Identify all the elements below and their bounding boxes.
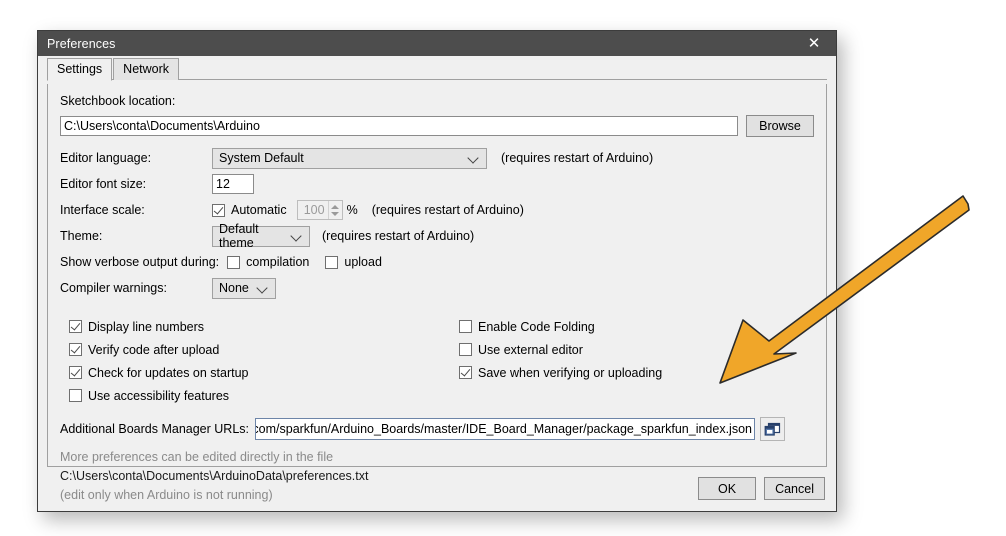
compiler-warnings-label: Compiler warnings: [60,281,167,295]
boards-manager-urls-input[interactable]: usercontent.com/sparkfun/Arduino_Boards/… [255,418,755,440]
editor-language-value: System Default [219,151,304,165]
chevron-down-icon [257,282,269,294]
boards-manager-urls-value: usercontent.com/sparkfun/Arduino_Boards/… [255,422,752,436]
verbose-compilation-label: compilation [246,255,310,269]
tab-settings[interactable]: Settings [47,58,113,81]
close-icon[interactable]: ✕ [792,31,836,56]
tab-network[interactable]: Network [113,58,180,80]
boards-manager-urls-label: Additional Boards Manager URLs: [60,422,249,436]
dialog-button-bar: OK Cancel [698,477,825,500]
open-window-icon[interactable] [760,417,785,441]
options-checkbox-grid: Display line numbers Verify code after u… [60,315,814,411]
checkbox-box [69,366,82,379]
theme-note: (requires restart of Arduino) [322,229,475,243]
open-window-glyph [764,422,781,436]
editor-language-select[interactable]: System Default [212,147,487,169]
checkbox-box [69,320,82,333]
interface-scale-automatic-checkbox[interactable]: Automatic [212,203,287,217]
sketchbook-location-input[interactable]: C:\Users\conta\Documents\Arduino [60,116,738,136]
chevron-down-icon [291,230,303,242]
compiler-warnings-value: None [219,281,249,295]
interface-scale-stepper[interactable]: 100 [296,200,343,220]
settings-panel: Sketchbook location: C:\Users\conta\Docu… [47,84,827,502]
editor-font-size-label: Editor font size: [60,177,147,191]
checkbox-use-external-editor[interactable]: Use external editor [459,338,662,361]
checkbox-box [212,203,225,217]
verbose-compilation-checkbox[interactable]: compilation [227,255,309,269]
footer-line-1: More preferences can be edited directly … [60,450,334,464]
interface-scale-row: Interface scale: Automatic 100 % (requir… [60,197,814,223]
ok-button[interactable]: OK [698,477,757,500]
interface-scale-note: (requires restart of Arduino) [371,203,524,217]
theme-select[interactable]: Default theme [212,222,310,250]
verbose-upload-checkbox[interactable]: upload [325,255,382,269]
editor-language-label: Editor language: [60,151,152,165]
checkbox-label: Use accessibility features [88,388,230,403]
tab-strip: Settings Network [38,56,836,81]
theme-row: Theme: Default theme (requires restart o… [60,222,814,250]
theme-label: Theme: [60,229,103,243]
checkbox-use-accessibility-features[interactable]: Use accessibility features [69,384,249,407]
checkbox-label: Verify code after upload [88,342,220,357]
interface-scale-automatic-label: Automatic [231,203,287,217]
window-title: Preferences [47,36,116,51]
checkbox-enable-code-folding[interactable]: Enable Code Folding [459,315,662,338]
theme-value: Default theme [219,222,259,250]
chevron-down-icon [468,152,480,164]
stepper-arrows-icon[interactable] [327,201,342,219]
checkbox-box [325,255,339,269]
checkbox-label: Display line numbers [88,319,205,334]
checkbox-label: Use external editor [478,342,583,357]
checkbox-box [459,366,472,379]
checkbox-label: Save when verifying or uploading [478,365,663,380]
checkbox-label: Check for updates on startup [88,365,249,380]
editor-font-size-input[interactable]: 12 [212,174,254,194]
checkbox-box [459,320,472,333]
verbose-output-row: Show verbose output during: compilation … [60,249,814,275]
checkbox-box [69,389,82,402]
editor-font-size-row: Editor font size: 12 [60,171,814,197]
sketchbook-location-label: Sketchbook location: [60,94,176,108]
interface-scale-label: Interface scale: [60,203,145,217]
interface-scale-value: 100 [303,203,325,217]
interface-scale-percent-label: % [346,203,358,217]
checkbox-box [459,343,472,356]
editor-language-row: Editor language: System Default (require… [60,145,814,171]
window-titlebar: Preferences ✕ [38,31,836,56]
browse-button[interactable]: Browse [746,115,814,137]
checkbox-display-line-numbers[interactable]: Display line numbers [69,315,249,338]
boards-manager-urls-row: Additional Boards Manager URLs: usercont… [60,417,814,441]
compiler-warnings-select[interactable]: None [212,277,276,299]
compiler-warnings-row: Compiler warnings: None [60,275,814,301]
checkbox-label: Enable Code Folding [478,319,595,334]
sketchbook-row: C:\Users\conta\Documents\Arduino Browse [60,115,814,137]
checkbox-verify-code-after-upload[interactable]: Verify code after upload [69,338,249,361]
preferences-window: Preferences ✕ Settings Network Sketchboo… [37,30,837,512]
checkbox-box [227,255,241,269]
options-column-left: Display line numbers Verify code after u… [69,315,249,407]
checkbox-save-when-verifying-or-uploading[interactable]: Save when verifying or uploading [459,361,662,384]
checkbox-check-for-updates-on-startup[interactable]: Check for updates on startup [69,361,249,384]
verbose-upload-label: upload [344,255,382,269]
cancel-button[interactable]: Cancel [764,477,825,500]
options-column-right: Enable Code Folding Use external editor … [459,315,662,384]
checkbox-box [69,343,82,356]
editor-language-note: (requires restart of Arduino) [501,151,654,165]
verbose-output-label: Show verbose output during: [60,255,220,269]
